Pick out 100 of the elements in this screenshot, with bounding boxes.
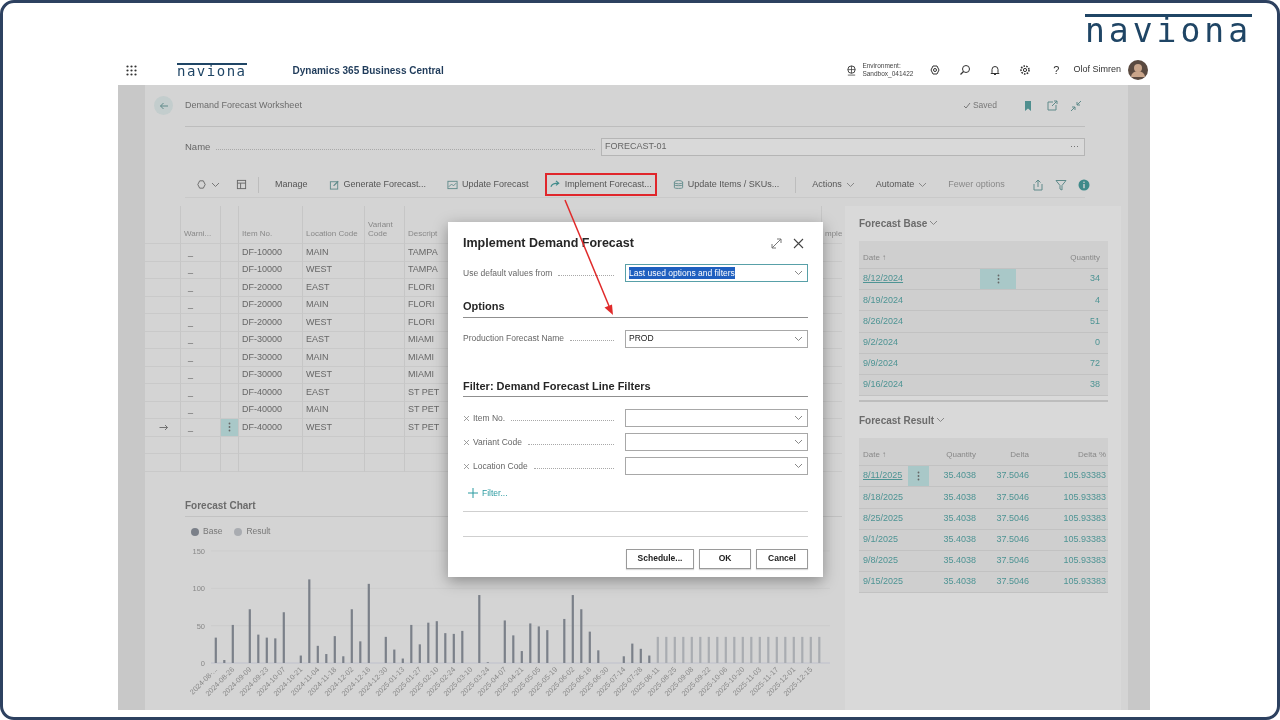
layout-icon[interactable] (236, 179, 247, 190)
item-number: DF-10000 (239, 261, 303, 279)
bar (588, 631, 591, 663)
warning-indicator[interactable]: _ (181, 279, 221, 297)
close-icon[interactable] (793, 237, 804, 249)
section-title[interactable]: Forecast Result (859, 412, 935, 428)
toolbar-button[interactable]: Update Forecast (442, 172, 534, 197)
toolbar-button[interactable]: Implement Forecast... (544, 172, 657, 197)
help-button[interactable]: ? (1053, 61, 1060, 79)
dialog-button[interactable]: Schedule... (626, 548, 694, 569)
date-link[interactable]: 9/8/2025 (859, 553, 908, 569)
dropdown-field[interactable]: PROD (625, 329, 808, 348)
filter-icon[interactable] (1054, 178, 1067, 191)
warning-indicator[interactable]: _ (181, 244, 221, 262)
remove-filter-icon[interactable] (463, 438, 470, 446)
column-header[interactable]: Delta (976, 449, 1029, 462)
date-link[interactable]: 8/12/2024 (859, 271, 980, 287)
dialog-button[interactable]: OK (699, 548, 751, 569)
avatar[interactable] (1128, 60, 1148, 80)
search-icon[interactable] (959, 64, 972, 76)
warning-indicator[interactable]: _ (181, 296, 221, 314)
expand-icon[interactable] (771, 237, 782, 249)
date-link[interactable]: 9/15/2025 (859, 574, 908, 590)
user-name[interactable]: Olof Simren (1073, 63, 1121, 77)
date-link[interactable]: 9/16/2024 (859, 377, 980, 393)
share-icon[interactable] (1031, 178, 1044, 191)
column-header[interactable]: Quantity (1016, 252, 1108, 264)
warning-indicator[interactable]: _ (181, 366, 221, 384)
toolbar-button[interactable]: Generate Forecast... (323, 172, 432, 197)
warning-indicator[interactable]: _ (181, 261, 221, 279)
column-header[interactable]: Warni... (181, 206, 221, 244)
remove-filter-icon[interactable] (463, 414, 470, 422)
notification-icon[interactable] (989, 64, 1002, 76)
section-title[interactable]: Forecast Base (859, 215, 928, 231)
name-field[interactable]: FORECAST-01 ··· (601, 138, 1085, 156)
number-value: 35.4038 (942, 575, 976, 589)
item-number: DF-30000 (239, 366, 303, 384)
toolbar-button[interactable]: Update Items / SKUs... (667, 172, 785, 197)
app-logo[interactable]: naviona (177, 63, 247, 77)
remove-filter-icon[interactable] (463, 462, 470, 470)
number-value: 35.4038 (942, 490, 976, 504)
date-link[interactable]: 9/2/2024 (859, 334, 980, 351)
bar (257, 634, 260, 663)
date-link[interactable]: 9/1/2025 (859, 532, 908, 548)
settings-icon[interactable] (1019, 64, 1032, 76)
date-link[interactable]: 9/9/2024 (859, 356, 980, 372)
toolbar-button[interactable]: Automate (870, 172, 933, 197)
item-number: DF-20000 (239, 296, 303, 314)
date-link[interactable]: 8/18/2025 (859, 489, 908, 506)
number-value: 35.4038 (942, 554, 976, 568)
location-code: WEST (303, 366, 365, 384)
bar (622, 656, 625, 663)
dropdown-field[interactable] (625, 409, 808, 427)
bar (223, 660, 226, 663)
database-icon (672, 179, 684, 190)
number-value: 35.4038 (942, 511, 976, 525)
more-options-button[interactable]: ··· (1070, 140, 1079, 154)
bar (673, 636, 676, 663)
warning-indicator[interactable]: _ (181, 384, 221, 402)
app-launcher-icon[interactable] (126, 64, 137, 76)
bar (231, 624, 234, 663)
column-header[interactable]: Variant Code (365, 206, 405, 244)
table-cell (239, 436, 303, 454)
edit-document-icon (328, 179, 340, 190)
warning-indicator[interactable]: _ (181, 349, 221, 367)
info-icon[interactable] (1077, 178, 1090, 191)
bar (350, 609, 353, 663)
product-name[interactable]: Dynamics 365 Business Central (292, 62, 444, 78)
column-header[interactable]: Quantity (929, 449, 976, 462)
dropdown-field[interactable] (625, 457, 808, 475)
toolbar-button[interactable]: Fewer options (943, 172, 1010, 197)
environment-icon[interactable] (846, 64, 858, 76)
open-in-window-icon[interactable] (1046, 99, 1058, 112)
column-header[interactable]: Date ↑ (859, 449, 908, 462)
column-header[interactable]: Date ↑ (859, 252, 980, 264)
row-menu-button[interactable] (908, 466, 929, 487)
column-header[interactable]: Location Code (303, 206, 365, 244)
back-button[interactable] (154, 96, 173, 115)
warning-indicator[interactable]: _ (181, 331, 221, 349)
date-link[interactable]: 8/11/2025 (859, 468, 908, 484)
collapse-icon[interactable] (1070, 99, 1082, 112)
bar (214, 637, 217, 663)
warning-indicator[interactable]: _ (181, 401, 221, 419)
warning-indicator[interactable]: _ (181, 314, 221, 332)
forward-arrow-icon (549, 179, 561, 190)
column-header[interactable]: Delta % (1029, 449, 1106, 462)
toolbar-button[interactable]: Actions (807, 172, 860, 197)
toolbar-button[interactable]: Manage (270, 172, 313, 197)
dropdown-field[interactable] (625, 433, 808, 451)
more-icon (996, 274, 1000, 285)
dropdown-field[interactable]: Last used options and filters (625, 264, 808, 282)
dialog-button[interactable]: Cancel (756, 548, 808, 569)
bookmark-icon[interactable] (1022, 99, 1034, 112)
bar (427, 622, 430, 663)
date-link[interactable]: 8/19/2024 (859, 292, 980, 309)
date-link[interactable]: 8/25/2025 (859, 510, 908, 527)
number-value: 37.5046 (995, 469, 1029, 483)
row-menu-button[interactable] (221, 419, 239, 437)
date-link[interactable]: 8/26/2024 (859, 313, 980, 330)
column-header[interactable]: Item No. (239, 206, 303, 244)
